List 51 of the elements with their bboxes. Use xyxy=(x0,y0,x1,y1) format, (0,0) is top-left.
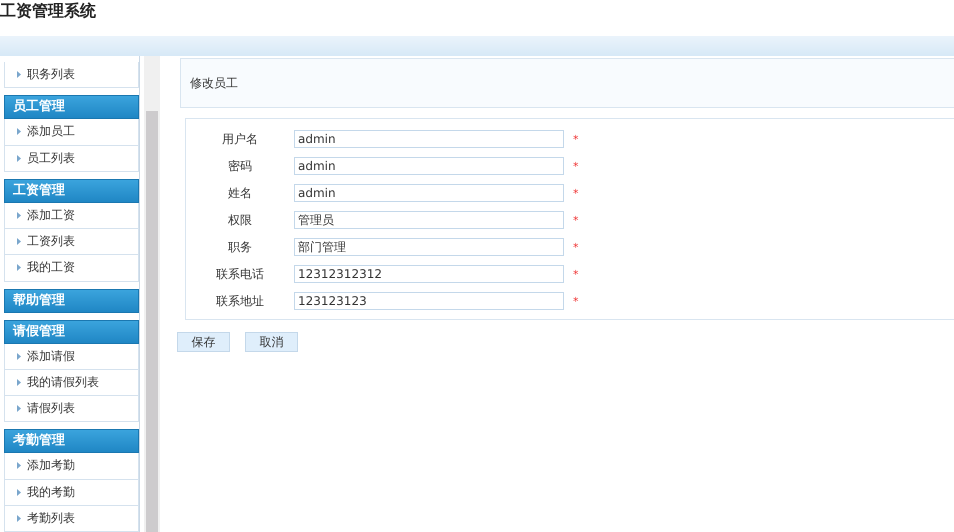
sidebar-item[interactable]: 请假列表 xyxy=(4,396,139,422)
required-mark: * xyxy=(573,160,578,172)
sidebar-item[interactable]: 工资列表 xyxy=(4,229,139,256)
field-label: 权限 xyxy=(227,212,253,228)
sidebar-item[interactable]: 我的工资 xyxy=(4,255,139,282)
triangle-icon xyxy=(17,238,21,246)
field-label: 职务 xyxy=(227,238,253,256)
required-mark: * xyxy=(573,268,578,280)
triangle-icon xyxy=(17,212,21,219)
app-title: 工资管理系统 xyxy=(0,0,96,21)
page-title: 修改员工 xyxy=(180,58,954,108)
input-field[interactable]: 12312312312 xyxy=(294,265,564,283)
triangle-icon xyxy=(17,352,21,360)
triangle-icon xyxy=(17,514,21,522)
required-mark: * xyxy=(573,294,578,308)
triangle-icon xyxy=(17,71,21,78)
sidebar-item[interactable]: 我的请假列表 xyxy=(4,370,139,396)
form-button[interactable]: 保存 xyxy=(177,332,230,352)
sidebar-item[interactable]: 考勤列表 xyxy=(4,506,139,532)
field-label: 用户名 xyxy=(221,130,259,148)
triangle-icon xyxy=(17,128,21,136)
scrollbar[interactable] xyxy=(144,56,160,532)
input-field[interactable]: 管理员 xyxy=(294,211,564,229)
triangle-icon xyxy=(17,378,21,386)
required-mark: * xyxy=(573,132,578,146)
field-label: 姓名 xyxy=(227,184,253,202)
input-field[interactable]: admin xyxy=(294,130,564,148)
sidebar-item[interactable]: 添加工资 xyxy=(4,202,139,229)
sidebar-item[interactable]: 添加请假 xyxy=(4,344,139,370)
required-mark: * xyxy=(573,214,578,226)
field-label: 联系电话 xyxy=(215,266,265,282)
sidebar-item[interactable]: 添加员工 xyxy=(4,119,139,146)
form-button[interactable]: 取消 xyxy=(245,332,298,352)
sidebar-item[interactable]: 添加考勤 xyxy=(4,453,139,480)
field-label: 联系地址 xyxy=(215,292,265,310)
scrollbar-thumb[interactable] xyxy=(146,111,158,532)
triangle-icon xyxy=(17,264,21,272)
input-field[interactable]: admin xyxy=(294,157,564,175)
triangle-icon xyxy=(17,462,21,470)
triangle-icon xyxy=(17,405,21,412)
field-label: 密码 xyxy=(227,158,253,174)
triangle-icon xyxy=(17,488,21,496)
sidebar-item[interactable]: 职务列表 xyxy=(4,62,139,88)
input-field[interactable]: 部门管理 xyxy=(294,238,564,256)
required-mark: * xyxy=(573,186,578,200)
triangle-icon xyxy=(17,154,21,162)
input-field[interactable]: 123123123 xyxy=(294,292,564,310)
sidebar-item[interactable]: 员工列表 xyxy=(4,146,139,172)
required-mark: * xyxy=(573,240,578,254)
input-field[interactable]: admin xyxy=(294,184,564,202)
sidebar-item[interactable]: 我的考勤 xyxy=(4,480,139,506)
